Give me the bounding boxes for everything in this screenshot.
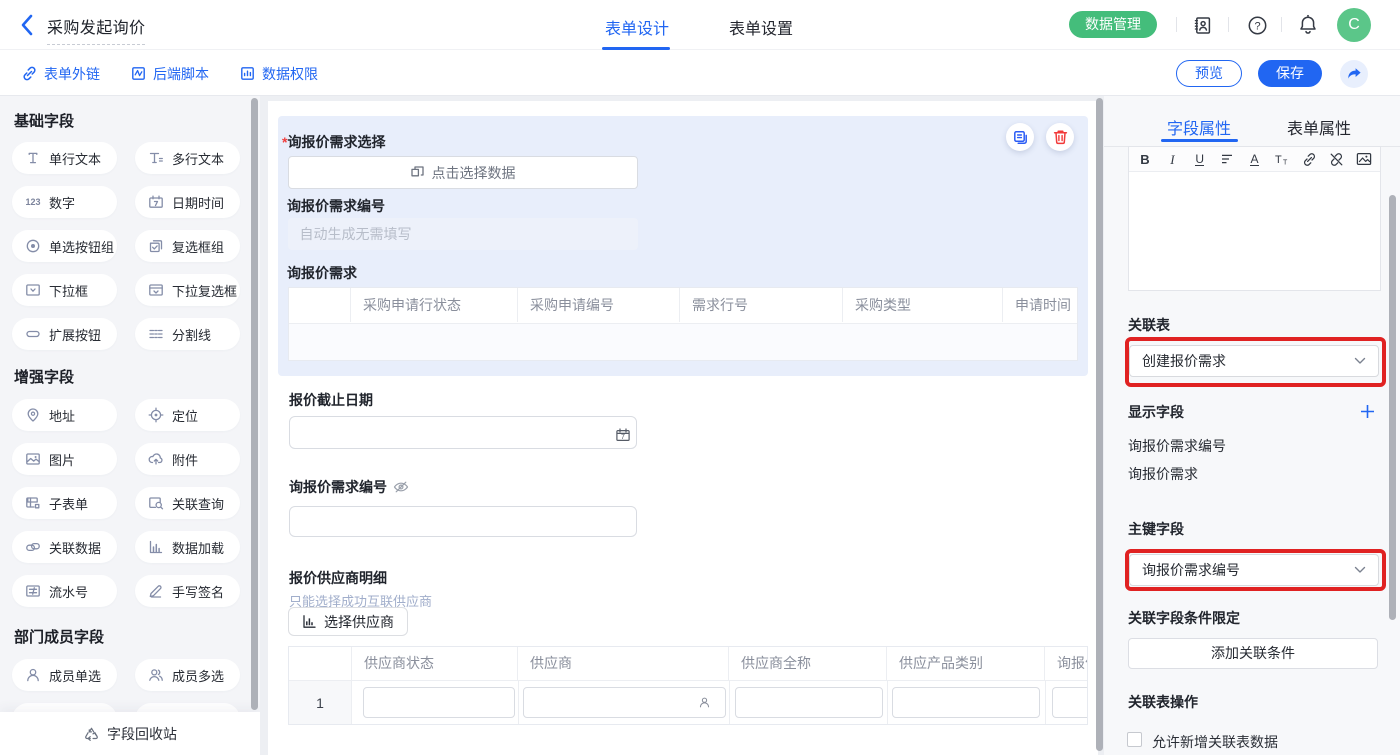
svg-text:T: T xyxy=(1283,159,1288,166)
svg-text:7: 7 xyxy=(621,434,625,441)
svg-text:T: T xyxy=(1275,154,1282,166)
svg-text:?: ? xyxy=(1254,20,1260,32)
